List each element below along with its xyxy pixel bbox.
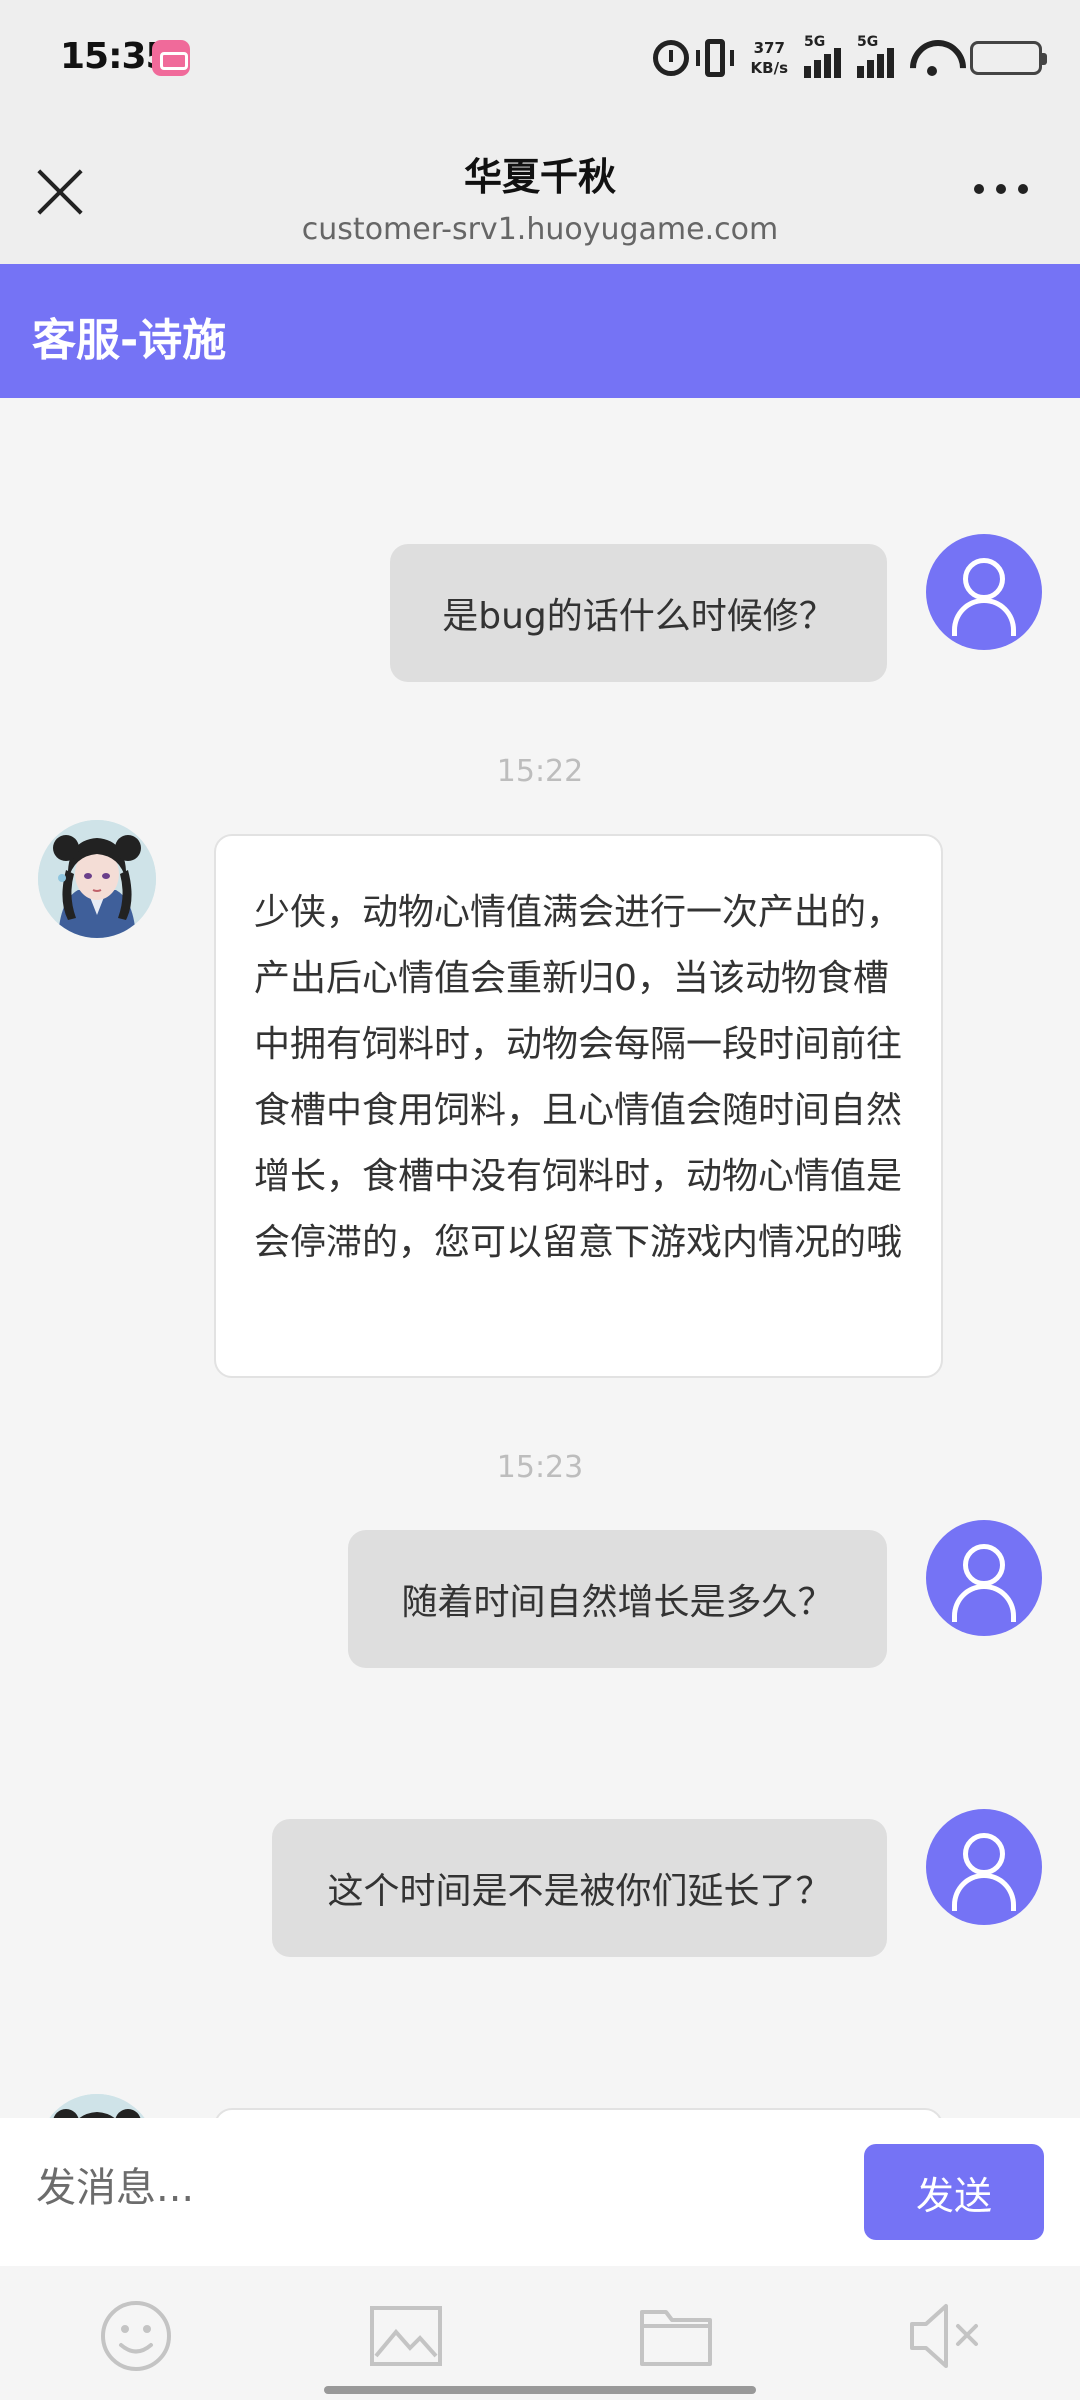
vibrate-icon (695, 39, 734, 77)
screen: 15:35 377 KB/s 5G 5G 华夏千秋 customer-srv1.… (0, 0, 1080, 2400)
page-url: customer-srv1.huoyugame.com (301, 212, 779, 247)
agent-message-bubble-partial (214, 2108, 943, 2118)
agent-avatar (38, 820, 156, 938)
message-timestamp: 15:22 (496, 754, 584, 789)
chat-agent-name: 客服-诗施 (32, 315, 227, 366)
sim2-label: 5G (857, 34, 879, 50)
user-avatar-icon (926, 534, 1042, 650)
battery-icon (970, 41, 1047, 75)
chat-header: 客服-诗施 (0, 264, 1080, 398)
alarm-icon (652, 40, 689, 76)
agent-avatar-image (38, 2094, 156, 2118)
emoji-icon[interactable] (96, 2296, 176, 2376)
more-options-icon[interactable] (974, 184, 1028, 194)
browser-header: 华夏千秋 customer-srv1.huoyugame.com (0, 118, 1080, 264)
status-icons: 377 KB/s 5G 5G (652, 30, 1047, 86)
attachment-toolbar (0, 2266, 1080, 2400)
signal-icon-sim1: 5G (804, 34, 841, 78)
network-speed-unit: KB/s (750, 59, 788, 77)
status-bar: 15:35 377 KB/s 5G 5G (0, 0, 1080, 118)
signal-icon-sim2: 5G (857, 34, 894, 78)
message-list[interactable]: 是bug的话什么时候修？ 15:22 少侠，动物心情值满会进行一次产出的，产出后… (0, 398, 1080, 2118)
network-speed: 377 KB/s (751, 38, 788, 78)
agent-message-bubble: 少侠，动物心情值满会进行一次产出的，产出后心情值会重新归0，当该动物食槽中拥有饲… (214, 834, 943, 1378)
folder-icon[interactable] (636, 2296, 716, 2376)
agent-avatar (38, 2094, 156, 2118)
home-indicator[interactable] (324, 2386, 756, 2394)
agent-avatar-image (38, 820, 156, 938)
user-message-bubble: 是bug的话什么时候修？ (390, 544, 887, 682)
user-avatar-icon (926, 1809, 1042, 1925)
send-button[interactable]: 发送 (864, 2144, 1044, 2240)
message-input-bar: 发送 (0, 2118, 1080, 2266)
page-title: 华夏千秋 (463, 155, 616, 199)
image-icon[interactable] (366, 2296, 446, 2376)
sim1-label: 5G (804, 34, 826, 50)
user-message-bubble: 这个时间是不是被你们延长了？ (272, 1819, 887, 1957)
network-speed-value: 377 (753, 39, 785, 57)
message-input[interactable] (36, 2148, 836, 2228)
message-timestamp: 15:23 (496, 1450, 584, 1485)
bilibili-notification-icon (152, 40, 190, 76)
user-message-bubble: 随着时间自然增长是多久？ (348, 1530, 887, 1668)
wifi-icon (910, 40, 954, 76)
user-avatar-icon (926, 1520, 1042, 1636)
mute-icon[interactable] (906, 2296, 986, 2376)
